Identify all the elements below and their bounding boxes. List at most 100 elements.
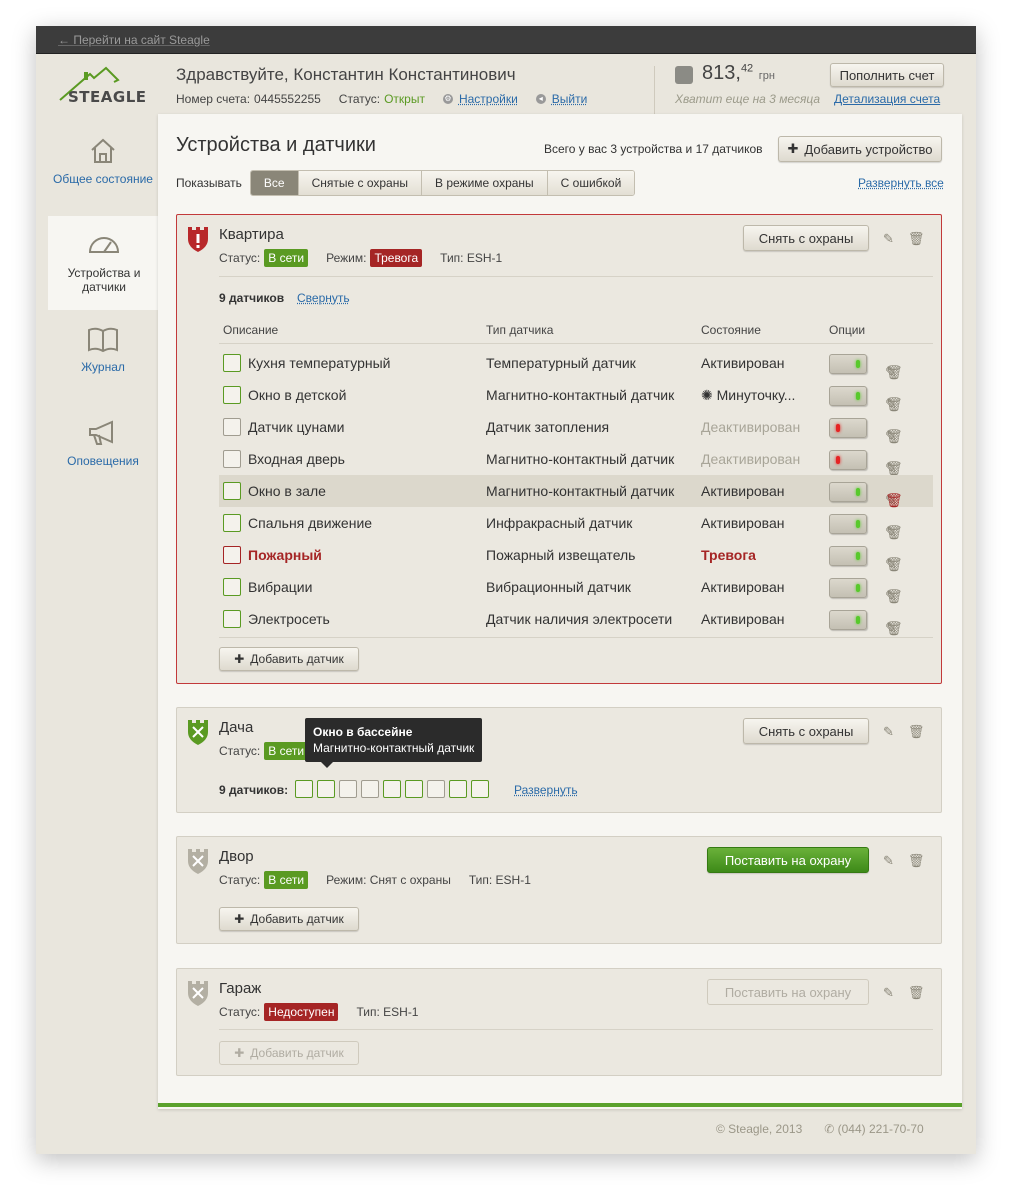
edit-icon[interactable]: ✎	[883, 231, 894, 247]
filter-armed[interactable]: В режиме охраны	[420, 171, 547, 195]
topup-button[interactable]: Пополнить счет	[830, 63, 944, 87]
filter-disarmed[interactable]: Снятые с охраны	[297, 171, 421, 195]
device-status-line: Статус: В сети Режим: Тревога Тип: ESH-1	[219, 249, 502, 267]
trash-icon[interactable]: 🗑	[908, 724, 925, 740]
magnet-icon[interactable]	[317, 780, 335, 798]
sensor-toggle[interactable]	[829, 450, 867, 470]
plus-icon: ✚	[787, 141, 799, 156]
filter-all[interactable]: Все	[250, 171, 298, 195]
divider	[219, 276, 933, 277]
fire-icon[interactable]	[427, 780, 445, 798]
sensor-row: Окно в детской Магнитно-контактный датчи…	[219, 379, 933, 412]
sensor-type: Магнитно-контактный датчик	[486, 451, 675, 467]
add-sensor-button[interactable]: ✚ Добавить датчик	[219, 907, 359, 931]
device-card-yard: Двор Статус: В сети Режим: Снят с охраны…	[176, 836, 942, 944]
sensor-row: Входная дверь Магнитно-контактный датчик…	[219, 443, 933, 476]
status-label: Статус:	[219, 1005, 261, 1019]
sensor-type: Магнитно-контактный датчик	[486, 483, 675, 499]
device-name: Дача	[219, 719, 254, 736]
tooltip-title: Окно в бассейне	[313, 725, 413, 739]
sidebar: Общее состояние Устройства и датчики Жур…	[48, 122, 160, 498]
device-controls: ✎ 🗑	[883, 985, 924, 1001]
sensor-name: Вибрации	[248, 579, 313, 595]
sensor-name: Датчик цунами	[248, 419, 345, 435]
sensor-row: Окно в зале Магнитно-контактный датчик А…	[219, 475, 933, 508]
logo-text: STEAGLE	[68, 88, 147, 106]
filter-segmented: Все Снятые с охраны В режиме охраны С ош…	[249, 170, 636, 196]
sensor-toggle[interactable]	[829, 578, 867, 598]
arm-button[interactable]: Поставить на охрану	[707, 847, 869, 873]
disarmed-shield-icon	[188, 981, 208, 1006]
magnet-icon[interactable]	[383, 780, 401, 798]
sensor-toggle[interactable]	[829, 418, 867, 438]
show-label: Показывать	[176, 176, 242, 190]
edit-icon[interactable]: ✎	[883, 985, 894, 1001]
status-badge: Недоступен	[264, 1003, 339, 1021]
col-type: Тип датчика	[486, 323, 554, 337]
sensor-row: Датчик цунами Датчик затопления Деактиви…	[219, 411, 933, 444]
back-to-site-link[interactable]: ← Перейти на сайт Steagle	[58, 33, 210, 47]
magnet-icon[interactable]	[361, 780, 379, 798]
logout-link[interactable]: Выйти	[552, 92, 588, 106]
trash-icon[interactable]: 🗑	[908, 985, 925, 1001]
sensor-count: 9 датчиков:	[219, 783, 289, 797]
collapse-link[interactable]: Свернуть	[297, 291, 350, 305]
expand-all-link[interactable]: Развернуть все	[858, 176, 944, 190]
vibration-icon[interactable]	[449, 780, 467, 798]
sensor-toggle[interactable]	[829, 482, 867, 502]
sensor-type: Пожарный извещатель	[486, 547, 636, 563]
device-controls: ✎ 🗑	[883, 724, 924, 740]
sensor-toggle[interactable]	[829, 354, 867, 374]
expand-link[interactable]: Развернуть	[514, 783, 578, 797]
sidebar-item-journal[interactable]: Журнал	[48, 310, 158, 404]
sensor-type: Датчик наличия электросети	[486, 611, 673, 627]
device-name: Двор	[219, 848, 254, 865]
trash-icon[interactable]: 🗑	[885, 620, 903, 637]
disarm-button[interactable]: Снять с охраны	[743, 718, 869, 744]
add-sensor-button[interactable]: ✚ Добавить датчик	[219, 1041, 359, 1065]
trash-icon[interactable]: 🗑	[908, 853, 925, 869]
alarm-shield-icon	[188, 227, 208, 252]
sensor-toggle[interactable]	[829, 386, 867, 406]
sidebar-item-label: Устройства и датчики	[67, 266, 141, 294]
top-bar: ← Перейти на сайт Steagle	[36, 26, 976, 54]
eye-icon[interactable]	[405, 780, 423, 798]
status-badge: В сети	[264, 249, 309, 267]
add-device-button[interactable]: ✚ Добавить устройство	[778, 136, 942, 162]
device-type: Тип: ESH-1	[356, 1005, 419, 1019]
sensor-name: Окно в детской	[248, 387, 347, 403]
col-description: Описание	[223, 323, 279, 337]
sidebar-item-devices[interactable]: Устройства и датчики	[48, 216, 160, 310]
sensor-toggle[interactable]	[829, 610, 867, 630]
balance-main: 813,	[702, 62, 741, 84]
sensor-toggle[interactable]	[829, 514, 867, 534]
settings-link[interactable]: Настройки	[459, 92, 518, 106]
magnet-icon	[223, 450, 241, 468]
sidebar-item-notifications[interactable]: Оповещения	[48, 404, 158, 498]
water-drop-icon[interactable]	[339, 780, 357, 798]
trash-icon[interactable]: 🗑	[908, 231, 925, 247]
add-sensor-button[interactable]: ✚ Добавить датчик	[219, 647, 359, 671]
sidebar-item-overview[interactable]: Общее состояние	[48, 122, 158, 216]
sensor-icons-strip	[295, 780, 489, 798]
sensor-row: Спальня движение Инфракрасный датчик Акт…	[219, 507, 933, 540]
lightning-icon[interactable]	[471, 780, 489, 798]
spinner-icon: ✺	[701, 387, 717, 403]
edit-icon[interactable]: ✎	[883, 724, 894, 740]
megaphone-icon	[89, 420, 113, 445]
edit-icon[interactable]: ✎	[883, 853, 894, 869]
sensor-count: 9 датчиков	[219, 291, 285, 305]
thermometer-icon[interactable]	[295, 780, 313, 798]
disarm-button[interactable]: Снять с охраны	[743, 225, 869, 251]
account-details-link[interactable]: Детализация счета	[834, 92, 940, 106]
device-type: Тип: ESH-1	[440, 251, 503, 265]
sensor-row: Электросеть Датчик наличия электросети А…	[219, 603, 933, 637]
phone-number: ✆ (044) 221-70-70	[824, 1122, 923, 1136]
add-device-label: Добавить устройство	[804, 141, 933, 157]
sensor-tooltip: Окно в бассейне Магнитно-контактный датч…	[305, 718, 483, 768]
filter-error[interactable]: С ошибкой	[546, 171, 635, 195]
sensor-toggle[interactable]	[829, 546, 867, 566]
magnet-icon	[223, 386, 241, 404]
device-controls: ✎ 🗑	[883, 853, 924, 869]
arm-button[interactable]: Поставить на охрану	[707, 979, 869, 1005]
